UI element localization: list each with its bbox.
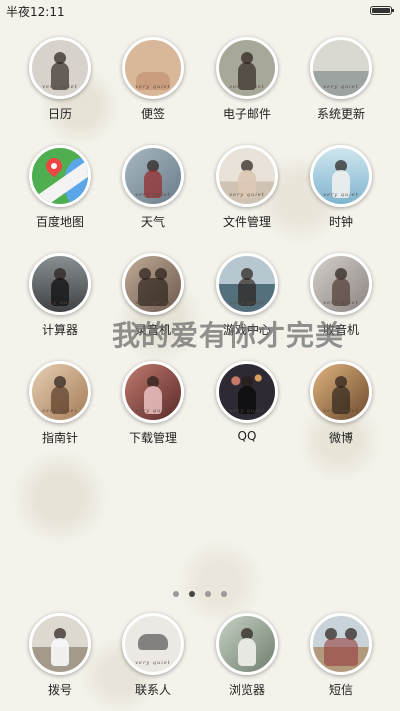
battery-icon <box>370 6 394 15</box>
status-bar: 半夜12:11 <box>0 0 400 22</box>
page-dot[interactable] <box>221 591 227 597</box>
photo-tag: very quiet <box>42 408 78 414</box>
wallpaper-caption: 我的爱有你才完美 <box>112 319 345 352</box>
dock-phone[interactable]: 拨号 <box>15 613 105 698</box>
photo-tag: very quiet <box>229 408 265 414</box>
map-icon <box>29 145 91 207</box>
photo-girl-bokeh-icon: very quiet <box>29 37 91 99</box>
app-email[interactable]: very quiet 电子邮件 <box>202 37 292 122</box>
app-weather[interactable]: very quiet 天气 <box>108 145 198 230</box>
photo-girl-lights-icon: very quiet <box>216 361 278 423</box>
app-label: 指南针 <box>41 431 78 445</box>
photo-girl-cliff-icon: very quiet <box>216 253 278 315</box>
dock-contacts[interactable]: very quiet 联系人 <box>108 613 198 698</box>
app-label: 短信 <box>328 683 353 697</box>
photo-tag: very quiet <box>135 300 171 306</box>
photo-girl-sofa-icon <box>216 613 278 675</box>
app-label: 电子邮件 <box>222 107 271 121</box>
app-baidu-map[interactable]: 百度地图 <box>15 145 105 230</box>
photo-girl-tree-icon: very quiet <box>122 145 184 207</box>
photo-tag: very quiet <box>323 84 359 90</box>
photo-tag: very quiet <box>229 84 265 90</box>
photo-girl-seated-icon: very quiet <box>29 253 91 315</box>
page-dot[interactable] <box>205 591 211 597</box>
photo-tag: very quiet <box>135 408 171 414</box>
photo-girl-light-icon: very quiet <box>29 361 91 423</box>
photo-girl-dress-icon <box>29 613 91 675</box>
photo-girl-hair-icon: very quiet <box>310 253 372 315</box>
app-label: 拨号 <box>47 683 72 697</box>
photo-tag: very quiet <box>229 300 265 306</box>
page-dot-active[interactable] <box>189 591 195 597</box>
app-label: 文件管理 <box>222 215 271 229</box>
app-compass[interactable]: very quiet 指南针 <box>15 361 105 446</box>
app-label: 微博 <box>328 431 353 445</box>
photo-girl-beach-icon: very quiet <box>216 145 278 207</box>
photo-girl-sunset-icon: very quiet <box>310 361 372 423</box>
photo-tag: very quiet <box>229 192 265 198</box>
dock-browser[interactable]: 浏览器 <box>202 613 292 698</box>
photo-girl-water-icon: very quiet <box>310 145 372 207</box>
app-qq[interactable]: very quiet QQ <box>202 361 292 443</box>
photo-girl-pink-icon: very quiet <box>122 361 184 423</box>
photo-tag: very quiet <box>135 660 171 666</box>
app-file-manager[interactable]: very quiet 文件管理 <box>202 145 292 230</box>
photo-tag: very quiet <box>42 300 78 306</box>
photo-hands-icon: very quiet <box>122 37 184 99</box>
app-clock[interactable]: very quiet 时钟 <box>296 145 386 230</box>
app-label: 系统更新 <box>316 107 365 121</box>
app-calculator[interactable]: very quiet 计算器 <box>15 253 105 338</box>
photo-tag: very quiet <box>323 300 359 306</box>
app-notes[interactable]: very quiet 便签 <box>108 37 198 122</box>
photo-hands-rings-icon: very quiet <box>122 613 184 675</box>
app-label: 天气 <box>140 215 165 229</box>
app-calendar[interactable]: very quiet 日历 <box>15 37 105 122</box>
photo-tag: very quiet <box>323 408 359 414</box>
photo-tag: very quiet <box>323 192 359 198</box>
page-indicator <box>0 582 400 601</box>
app-label: 时钟 <box>328 215 353 229</box>
photo-girl-field-icon: very quiet <box>216 37 278 99</box>
app-download-manager[interactable]: very quiet 下载管理 <box>108 361 198 446</box>
photo-friends-icon: very quiet <box>122 253 184 315</box>
photo-sea-icon: very quiet <box>310 37 372 99</box>
dock-messages[interactable]: 短信 <box>296 613 386 698</box>
page-dot[interactable] <box>173 591 179 597</box>
photo-kids-beach-icon <box>310 613 372 675</box>
app-label: QQ <box>237 429 257 443</box>
app-label: 联系人 <box>134 683 171 697</box>
app-system-update[interactable]: very quiet 系统更新 <box>296 37 386 122</box>
app-label: 百度地图 <box>35 215 84 229</box>
photo-tag: very quiet <box>42 84 78 90</box>
app-label: 下载管理 <box>128 431 177 445</box>
app-label: 便签 <box>140 107 165 121</box>
status-time: 半夜12:11 <box>6 5 65 19</box>
app-weibo[interactable]: very quiet 微博 <box>296 361 386 446</box>
app-label: 日历 <box>47 107 72 121</box>
app-label: 计算器 <box>41 323 78 337</box>
photo-tag: very quiet <box>135 84 171 90</box>
app-label: 浏览器 <box>228 683 265 697</box>
photo-tag: very quiet <box>135 192 171 198</box>
